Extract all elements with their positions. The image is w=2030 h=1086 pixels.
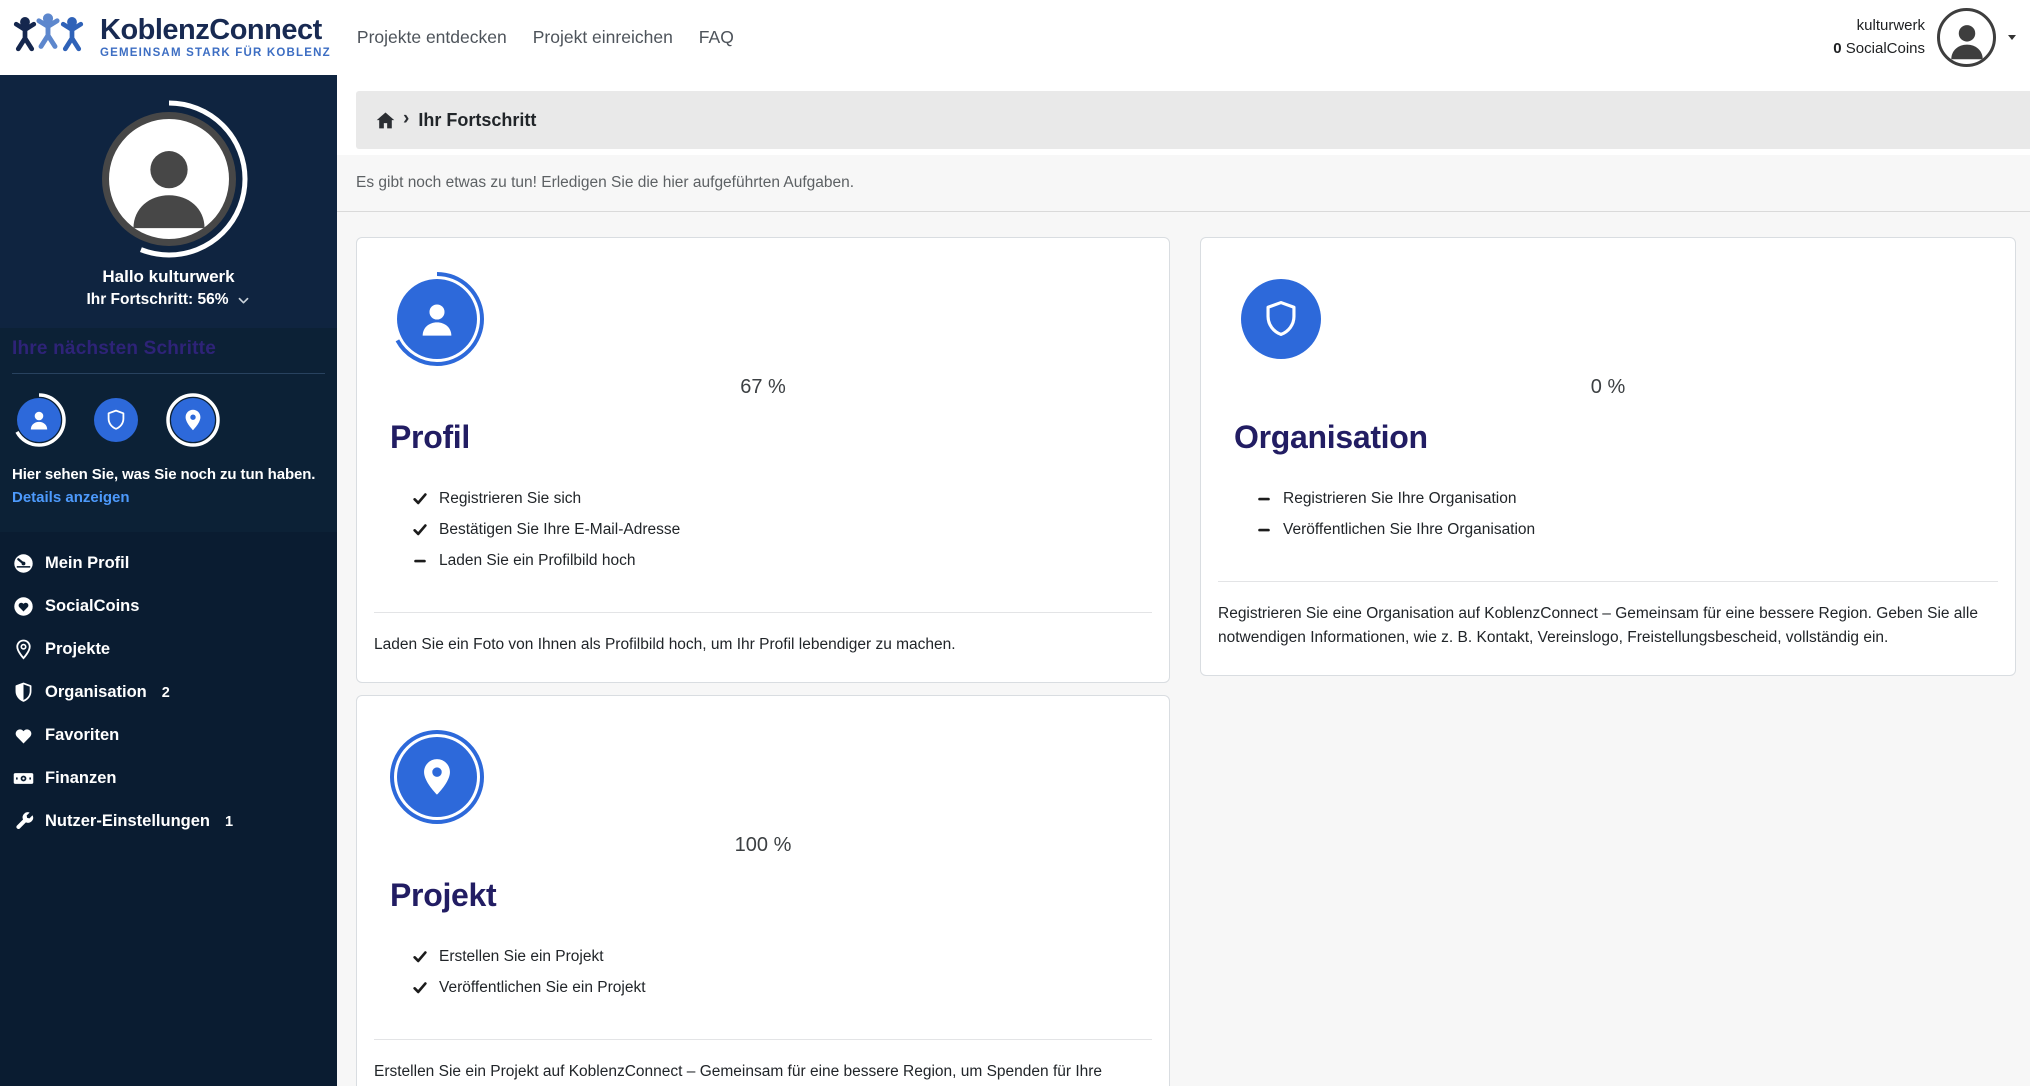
profil-footer-text: Laden Sie ein Foto von Ihnen als Profilb…	[357, 613, 1169, 682]
next-steps-panel: Ihre nächsten Schritte	[0, 328, 337, 532]
user-socialcoins: 0 SocialCoins	[1833, 38, 1925, 61]
sidebar-item-favoriten[interactable]: Favoriten	[0, 714, 337, 757]
sidebar-progress-toggle[interactable]: Ihr Fortschritt: 56%	[0, 291, 337, 309]
check-icon	[412, 980, 428, 996]
brand-tagline: GEMEINSAM STARK FÜR KOBLENZ	[100, 48, 331, 60]
organisation-title: Organisation	[1234, 417, 1998, 457]
sidebar-item-projekte[interactable]: Projekte	[0, 628, 337, 671]
projekt-progress-icon	[389, 729, 485, 825]
task-item: Erstellen Sie ein Projekt	[412, 941, 1152, 972]
check-icon	[412, 949, 428, 965]
card-profil: 67 % Profil Registrieren Sie sich	[356, 237, 1170, 683]
check-icon	[412, 491, 428, 507]
coin-heart-icon	[10, 595, 36, 618]
next-steps-title: Ihre nächsten Schritte	[12, 338, 325, 360]
sidebar-menu: Mein Profil SocialCoins Projekte Organis…	[0, 532, 337, 1086]
brand-logo[interactable]: KoblenzConnect GEMEINSAM STARK FÜR KOBLE…	[12, 11, 331, 65]
card-organisation: 0 % Organisation Registrieren Sie Ihre O…	[1200, 237, 2016, 676]
breadcrumb-separator: ›	[403, 108, 409, 130]
nav-projekte-entdecken[interactable]: Projekte entdecken	[357, 27, 507, 48]
sidebar-item-organisation[interactable]: Organisation 2	[0, 671, 337, 714]
shield-icon	[104, 408, 128, 432]
check-icon	[412, 522, 428, 538]
profil-percent: 67 %	[374, 375, 1152, 399]
minus-icon	[1256, 491, 1272, 507]
progress-cards-grid: 67 % Profil Registrieren Sie sich	[337, 212, 2030, 1086]
person-icon	[27, 408, 51, 432]
pin-icon	[181, 408, 205, 432]
step-profile[interactable]	[12, 393, 66, 447]
task-item: Bestätigen Sie Ihre E-Mail-Adresse	[412, 514, 1152, 545]
breadcrumb-home[interactable]	[375, 110, 396, 131]
person-icon	[1944, 18, 1990, 64]
chevron-down-icon	[236, 293, 251, 308]
minus-icon	[1256, 522, 1272, 538]
task-item: Registrieren Sie Ihre Organisation	[1256, 483, 1998, 514]
breadcrumb-current: Ihr Fortschritt	[418, 110, 536, 131]
top-header: KoblenzConnect GEMEINSAM STARK FÜR KOBLE…	[0, 0, 2030, 75]
details-anzeigen-link[interactable]: Details anzeigen	[12, 489, 130, 506]
settings-count-badge: 1	[225, 814, 233, 830]
wrench-icon	[10, 810, 36, 833]
task-item: Veröffentlichen Sie ein Projekt	[412, 972, 1152, 1003]
sidebar-greeting: Hallo kulturwerk	[0, 267, 337, 287]
app-window: KoblenzConnect GEMEINSAM STARK FÜR KOBLE…	[0, 0, 2030, 1086]
user-area: kulturwerk 0 SocialCoins	[1833, 8, 2016, 67]
heart-icon	[10, 724, 36, 747]
profil-progress-icon	[389, 271, 485, 367]
gauge-icon	[10, 552, 36, 575]
todo-alert: Es gibt noch etwas zu tun! Erledigen Sie…	[337, 155, 2030, 212]
pin-icon	[10, 638, 36, 661]
projekt-footer-text: Erstellen Sie ein Projekt auf KoblenzCon…	[357, 1040, 1169, 1086]
sidebar-item-finanzen[interactable]: Finanzen	[0, 757, 337, 800]
breadcrumb: › Ihr Fortschritt	[356, 91, 2030, 149]
user-avatar[interactable]	[1937, 8, 1996, 67]
main-nav: Projekte entdecken Projekt einreichen FA…	[357, 27, 734, 48]
task-item: Veröffentlichen Sie Ihre Organisation	[1256, 514, 1998, 545]
step-projekt[interactable]	[166, 393, 220, 447]
sidebar-item-mein-profil[interactable]: Mein Profil	[0, 542, 337, 585]
home-icon	[375, 110, 396, 131]
sidebar-item-nutzer-einstellungen[interactable]: Nutzer-Einstellungen 1	[0, 800, 337, 843]
user-name: kulturwerk	[1833, 15, 1925, 38]
sidebar: Hallo kulturwerk Ihr Fortschritt: 56% Ih…	[0, 75, 337, 1086]
shield-icon	[10, 681, 36, 704]
task-item: Laden Sie ein Profilbild hoch	[412, 545, 1152, 576]
projekt-title: Projekt	[390, 875, 1152, 915]
organisation-progress-icon	[1233, 271, 1329, 367]
main-content: › Ihr Fortschritt Es gibt noch etwas zu …	[337, 75, 2030, 1086]
profile-avatar	[89, 99, 249, 259]
minus-icon	[412, 553, 428, 569]
banknote-icon	[10, 767, 36, 790]
profil-title: Profil	[390, 417, 1152, 457]
person-icon	[416, 298, 458, 340]
organisation-count-badge: 2	[162, 685, 170, 701]
people-logo-icon	[12, 11, 90, 65]
brand-title: KoblenzConnect	[100, 16, 331, 45]
nav-faq[interactable]: FAQ	[699, 27, 734, 48]
pin-icon	[416, 756, 458, 798]
shield-icon	[1260, 298, 1302, 340]
organisation-footer-text: Registrieren Sie eine Organisation auf K…	[1201, 582, 2015, 675]
organisation-percent: 0 %	[1218, 375, 1998, 399]
sidebar-item-socialcoins[interactable]: SocialCoins	[0, 585, 337, 628]
user-menu-caret-icon[interactable]	[2008, 35, 2016, 40]
sidebar-profile-section: Hallo kulturwerk Ihr Fortschritt: 56%	[0, 75, 337, 328]
card-projekt: 100 % Projekt Erstellen Sie ein Projekt	[356, 695, 1170, 1086]
divider	[12, 373, 325, 374]
projekt-percent: 100 %	[374, 833, 1152, 857]
next-steps-hint: Hier sehen Sie, was Sie noch zu tun habe…	[12, 466, 325, 483]
person-icon	[117, 135, 221, 239]
nav-projekt-einreichen[interactable]: Projekt einreichen	[533, 27, 673, 48]
step-organisation[interactable]	[89, 393, 143, 447]
task-item: Registrieren Sie sich	[412, 483, 1152, 514]
